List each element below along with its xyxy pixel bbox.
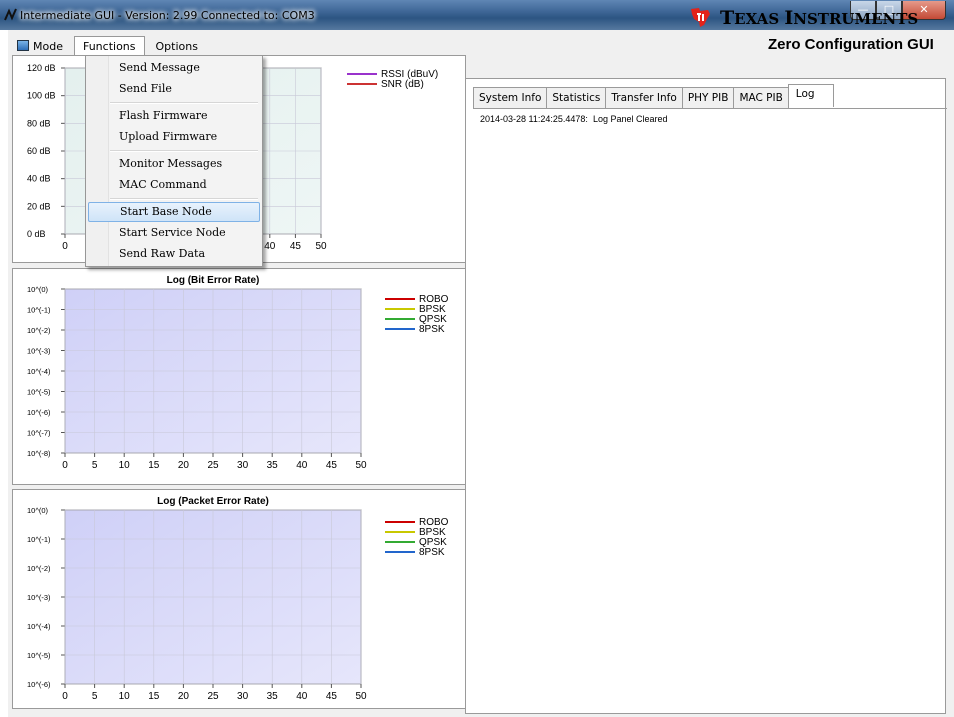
y-tick-label: 20 dB	[27, 201, 51, 211]
x-tick-label: 25	[207, 691, 219, 702]
tab-divider	[473, 108, 947, 109]
y-tick-label: 120 dB	[27, 63, 56, 73]
per-chart-panel: Log (Packet Error Rate) 10^(0) 10^(-1) 10^(…	[12, 489, 466, 709]
y-tick-label: 100 dB	[27, 91, 56, 101]
log-entry: 2014-03-28 11:24:25.4478: Log Panel Clea…	[480, 114, 668, 124]
menu-separator	[110, 198, 258, 200]
tab-mac-pib[interactable]: MAC PIB	[733, 87, 789, 109]
ber-chart: Log (Bit Error Rate) 10^(0) 10^(-1) 10^(-2)…	[27, 275, 449, 471]
y-tick-label: 10^(0)	[27, 285, 49, 294]
menu-item-mac-command[interactable]: MAC Command	[88, 175, 260, 195]
x-tick-label: 0	[62, 460, 68, 471]
company-name: TEXAS INSTRUMENTS	[720, 7, 918, 29]
x-tick-label: 15	[148, 691, 160, 702]
company-name-part2: NSTRUMENTS	[793, 10, 919, 28]
menu-options[interactable]: Options	[147, 36, 207, 56]
menu-separator	[110, 150, 258, 152]
info-tabs: System Info Statistics Transfer Info PHY…	[473, 84, 834, 109]
menu-item-send-raw-data[interactable]: Send Raw Data	[88, 244, 260, 264]
y-tick-label: 10^(-4)	[27, 622, 51, 631]
y-tick-label: 10^(-4)	[27, 367, 51, 376]
x-tick-label: 50	[355, 460, 367, 471]
y-tick-label: 10^(-3)	[27, 593, 51, 602]
x-tick-label: 45	[326, 691, 338, 702]
tab-statistics[interactable]: Statistics	[546, 87, 607, 109]
x-tick-label: 20	[178, 460, 190, 471]
y-tick-label: 80 dB	[27, 118, 51, 128]
chart-title: Log (Packet Error Rate)	[157, 496, 269, 507]
monitor-icon	[17, 40, 29, 51]
per-chart: Log (Packet Error Rate) 10^(0) 10^(-1) 10^(…	[27, 496, 449, 702]
menu-separator	[110, 102, 258, 104]
y-tick-label: 10^(-5)	[27, 388, 51, 397]
y-tick-label: 10^(-7)	[27, 429, 51, 438]
y-tick-label: 40 dB	[27, 174, 51, 184]
x-tick-label: 30	[237, 691, 249, 702]
legend-label: 8PSK	[419, 324, 445, 335]
y-tick-label: 10^(-2)	[27, 564, 51, 573]
x-tick-label: 20	[178, 691, 190, 702]
menu-functions[interactable]: Functions	[73, 36, 145, 56]
tab-log[interactable]: Log	[787, 84, 834, 107]
x-tick-label: 50	[315, 241, 327, 252]
menubar: Mode Functions Options	[8, 36, 209, 56]
x-tick-label: 30	[237, 460, 249, 471]
x-tick-label: 50	[355, 691, 367, 702]
y-tick-label: 10^(-1)	[27, 306, 51, 315]
tab-phy-pib[interactable]: PHY PIB	[681, 87, 735, 109]
y-tick-label: 10^(-3)	[27, 347, 51, 356]
x-tick-label: 40	[296, 460, 308, 471]
legend-label: SNR (dB)	[381, 79, 424, 90]
menu-item-send-message[interactable]: Send Message	[88, 58, 260, 78]
product-name: Zero Configuration GUI	[768, 36, 934, 53]
y-tick-label: 10^(-6)	[27, 680, 51, 689]
menu-mode[interactable]: Mode	[8, 36, 72, 56]
x-tick-label: 45	[326, 460, 338, 471]
company-name-second: I	[784, 7, 794, 29]
tab-transfer-info[interactable]: Transfer Info	[605, 87, 683, 109]
log-message: Log Panel Cleared	[592, 114, 668, 124]
ber-chart-panel: Log (Bit Error Rate) 10^(0) 10^(-1) 10^(-2)…	[12, 268, 466, 485]
company-name-first: T	[720, 7, 735, 29]
x-tick-label: 5	[92, 460, 98, 471]
tab-system-info[interactable]: System Info	[473, 87, 548, 109]
menu-item-send-file[interactable]: Send File	[88, 79, 260, 99]
menu-item-monitor-messages[interactable]: Monitor Messages	[88, 154, 260, 174]
y-tick-label: 10^(-6)	[27, 408, 51, 417]
y-tick-label: 10^(-2)	[27, 326, 51, 335]
y-tick-label: 10^(-5)	[27, 651, 51, 660]
x-tick-label: 25	[207, 460, 219, 471]
x-tick-label: 40	[296, 691, 308, 702]
window-title: Intermediate GUI - Version: 2.99 Connect…	[20, 9, 315, 22]
x-tick-label: 5	[92, 691, 98, 702]
menu-item-flash-firmware[interactable]: Flash Firmware	[88, 106, 260, 126]
functions-menu: Send Message Send File Flash Firmware Up…	[85, 55, 263, 267]
x-tick-label: 0	[62, 691, 68, 702]
x-tick-label: 40	[264, 241, 276, 252]
x-tick-label: 35	[267, 460, 279, 471]
signal-icon	[4, 8, 18, 22]
menu-item-start-service-node[interactable]: Start Service Node	[88, 223, 260, 243]
chart-title: Log (Bit Error Rate)	[167, 275, 260, 286]
log-timestamp: 2014-03-28 11:24:25.4478:	[480, 114, 588, 124]
y-tick-label: 10^(-1)	[27, 535, 51, 544]
menu-item-upload-firmware[interactable]: Upload Firmware	[88, 127, 260, 147]
menu-item-start-base-node[interactable]: Start Base Node	[88, 202, 260, 222]
menu-mode-label: Mode	[33, 40, 63, 53]
x-tick-label: 10	[119, 691, 131, 702]
x-tick-label: 35	[267, 691, 279, 702]
x-tick-label: 0	[62, 241, 68, 252]
ti-logo-icon	[691, 8, 710, 27]
y-tick-label: 0 dB	[27, 229, 46, 239]
x-tick-label: 15	[148, 460, 160, 471]
company-name-part: EXAS	[734, 10, 785, 28]
info-panel	[465, 78, 946, 714]
y-tick-label: 10^(-8)	[27, 449, 51, 458]
y-tick-label: 60 dB	[27, 146, 51, 156]
x-tick-label: 45	[290, 241, 302, 252]
legend-label: 8PSK	[419, 547, 445, 558]
y-tick-label: 10^(0)	[27, 506, 49, 515]
x-tick-label: 10	[119, 460, 131, 471]
